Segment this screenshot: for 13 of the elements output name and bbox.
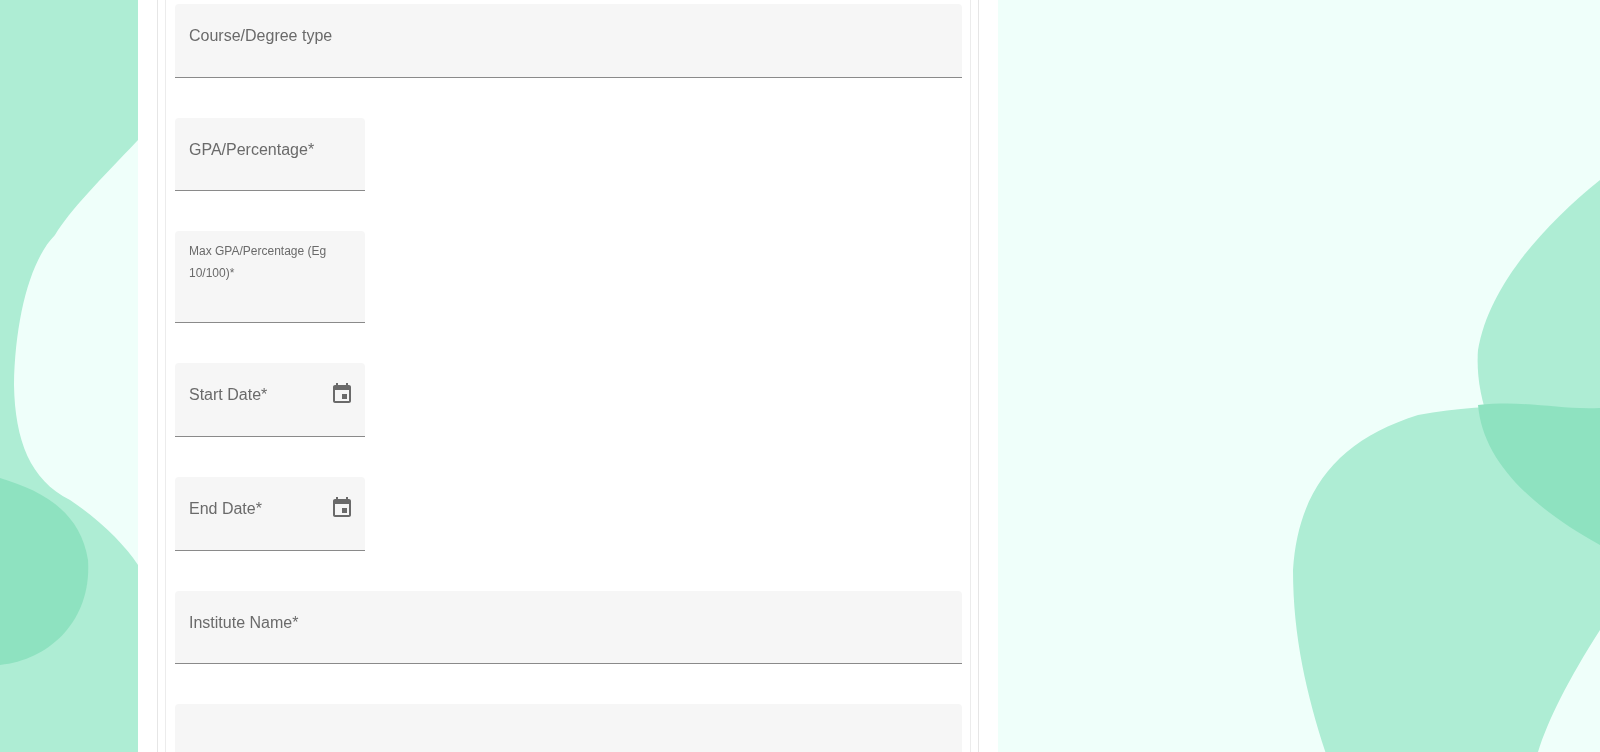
calendar-icon[interactable] <box>330 495 354 520</box>
input-field[interactable]: Max GPA/Percentage (Eg 10/100)* <box>175 231 365 324</box>
field-label: GPA/Percentage* <box>189 139 315 160</box>
date-field[interactable]: End Date* <box>175 476 365 551</box>
field-label: Institute Name* <box>189 612 299 633</box>
input-field[interactable]: Institute Name* <box>175 590 962 665</box>
field-label: End Date* <box>189 498 262 519</box>
input-field[interactable]: GPA/Percentage* <box>175 117 365 192</box>
date-field[interactable]: Start Date* <box>175 363 365 437</box>
field-label: Course/Degree type <box>189 26 333 46</box>
input-field[interactable]: Course/Degree type <box>175 4 962 78</box>
field-label: Start Date* <box>189 385 268 406</box>
field-label: Max GPA/Percentage (Eg 10/100)* <box>189 243 328 283</box>
